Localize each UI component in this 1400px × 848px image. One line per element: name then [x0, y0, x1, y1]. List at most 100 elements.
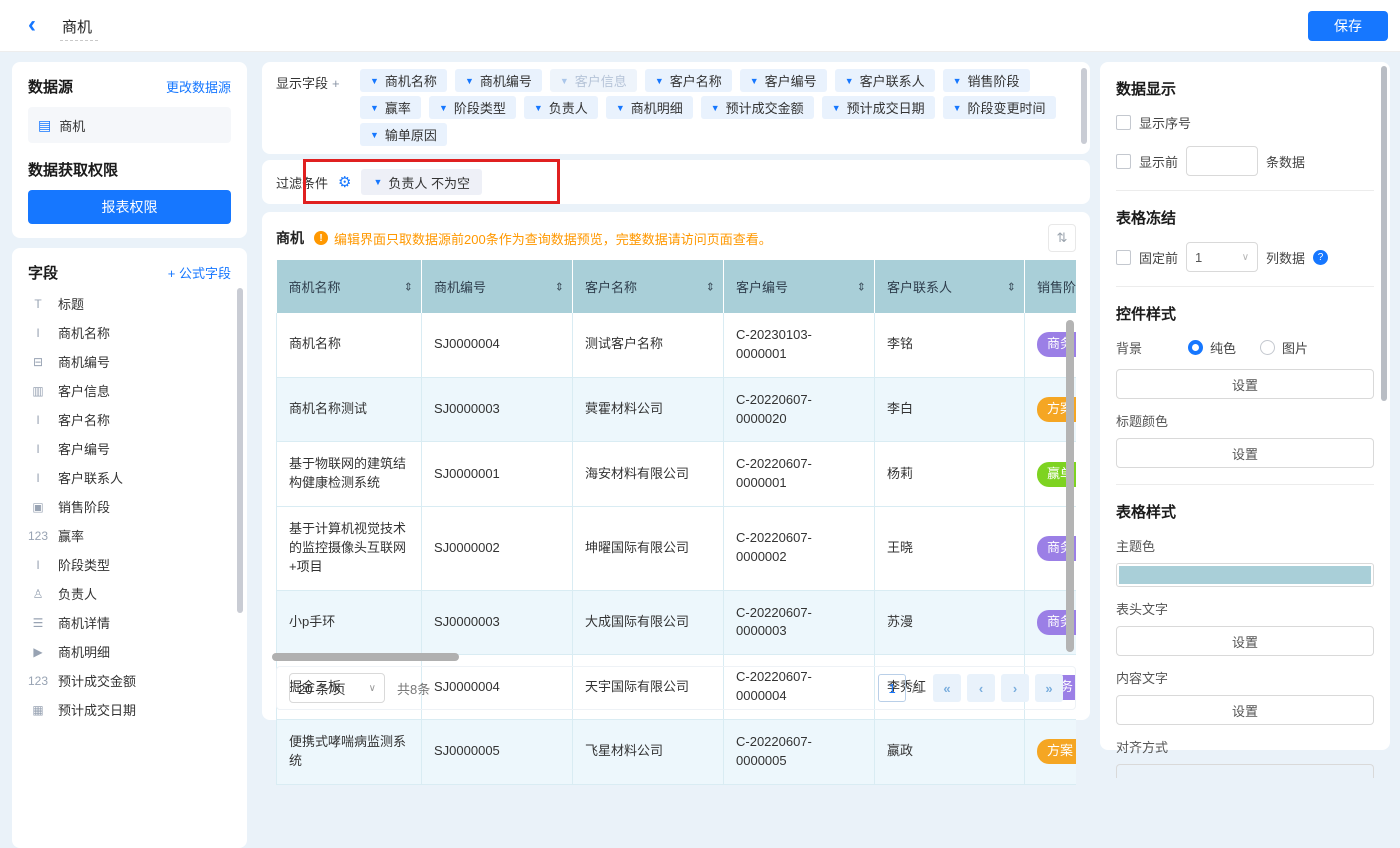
fields-scrollbar[interactable]	[237, 288, 243, 613]
theme-color-swatch	[1119, 566, 1371, 584]
chip-stage-type[interactable]: ▼阶段类型	[429, 96, 516, 119]
datasource-item[interactable]: ▤ 商机	[28, 107, 231, 143]
column-sort-icon[interactable]: ⇕	[1007, 280, 1016, 293]
field-item-expected-amount[interactable]: 123预计成交金额	[28, 666, 231, 695]
show-first-checkbox[interactable]	[1116, 154, 1131, 169]
field-label: 阶段类型	[58, 555, 110, 574]
column-header[interactable]: 商机名称⇕	[277, 260, 422, 313]
field-item-title[interactable]: T标题	[28, 289, 231, 318]
column-header[interactable]: 销售阶段	[1025, 260, 1077, 313]
save-button[interactable]: 保存	[1308, 11, 1388, 41]
table-row[interactable]: 基于计算机视觉技术的监控摄像头互联网+项目SJ0000002坤曜国际有限公司C-…	[277, 507, 1077, 591]
add-display-field-button[interactable]: +	[332, 76, 340, 91]
chip-customer-name[interactable]: ▼客户名称	[645, 69, 732, 92]
field-item-opportunity-lines[interactable]: ▶商机明细	[28, 637, 231, 666]
field-item-opportunity-name[interactable]: I商机名称	[28, 318, 231, 347]
field-label: 商机明细	[58, 642, 110, 661]
header-text-set-button[interactable]: 设置	[1116, 626, 1374, 656]
chip-customer-info[interactable]: ▼客户信息	[550, 69, 637, 92]
field-item-win-rate[interactable]: 123赢率	[28, 521, 231, 550]
topbar: ‹ 商机 保存	[0, 0, 1400, 52]
caret-down-icon: ▼	[711, 103, 720, 113]
chip-stage-change-time[interactable]: ▼阶段变更时间	[943, 96, 1056, 119]
freeze-count-select[interactable]: 1 ∨	[1186, 242, 1258, 272]
add-formula-field-link[interactable]: + 公式字段	[168, 263, 231, 282]
chip-win-rate[interactable]: ▼赢率	[360, 96, 421, 119]
field-item-customer-code[interactable]: I客户编号	[28, 434, 231, 463]
settings-scrollbar[interactable]	[1381, 66, 1387, 401]
field-label: 负责人	[58, 584, 97, 603]
solid-color-radio[interactable]	[1188, 340, 1203, 355]
show-index-checkbox[interactable]	[1116, 115, 1131, 130]
fields-card: 字段 + 公式字段 T标题 I商机名称 ⊟商机编号 ▥客户信息 I客户名称 I客…	[12, 248, 247, 848]
image-radio[interactable]	[1260, 340, 1275, 355]
chip-customer-code[interactable]: ▼客户编号	[740, 69, 827, 92]
help-icon[interactable]: ?	[1313, 250, 1328, 265]
table-row[interactable]: 商机名称测试SJ0000003蓂霍材料公司C-20220607-0000020李…	[277, 377, 1077, 442]
freeze-columns-checkbox[interactable]	[1116, 250, 1131, 265]
align-select[interactable]	[1116, 764, 1374, 778]
back-icon[interactable]: ‹	[28, 12, 36, 38]
column-header[interactable]: 客户编号⇕	[724, 260, 875, 313]
chip-opportunity-lines[interactable]: ▼商机明细	[606, 96, 693, 119]
field-item-sales-stage[interactable]: ▣销售阶段	[28, 492, 231, 521]
field-item-customer-name[interactable]: I客户名称	[28, 405, 231, 434]
total-count: 共8条	[397, 679, 430, 698]
background-set-button[interactable]: 设置	[1116, 369, 1374, 399]
column-sort-icon[interactable]: ⇕	[404, 280, 413, 293]
sort-toggle-button[interactable]: ⇅	[1048, 224, 1076, 252]
field-item-expected-date[interactable]: ▦预计成交日期	[28, 695, 231, 724]
align-label: 对齐方式	[1116, 737, 1374, 756]
field-item-stage-type[interactable]: I阶段类型	[28, 550, 231, 579]
column-header[interactable]: 客户联系人⇕	[875, 260, 1025, 313]
column-sort-icon[interactable]: ⇕	[857, 280, 866, 293]
field-item-owner[interactable]: ♙负责人	[28, 579, 231, 608]
title-color-set-button[interactable]: 设置	[1116, 438, 1374, 468]
first-page-button[interactable]: «	[933, 674, 961, 702]
field-item-customer-info[interactable]: ▥客户信息	[28, 376, 231, 405]
table-header-row: 商机名称⇕ 商机编号⇕ 客户名称⇕ 客户编号⇕ 客户联系人⇕ 销售阶段	[277, 260, 1077, 313]
page-size-select[interactable]: 20 条/页 ∨	[289, 673, 385, 703]
change-datasource-link[interactable]: 更改数据源	[166, 77, 231, 96]
field-item-customer-contact[interactable]: I客户联系人	[28, 463, 231, 492]
last-page-button[interactable]: »	[1035, 674, 1063, 702]
field-item-opportunity-code[interactable]: ⊟商机编号	[28, 347, 231, 376]
column-header[interactable]: 商机编号⇕	[422, 260, 573, 313]
column-sort-icon[interactable]: ⇕	[706, 280, 715, 293]
theme-color-picker[interactable]	[1116, 563, 1374, 587]
chip-opportunity-name[interactable]: ▼商机名称	[360, 69, 447, 92]
page-number-input[interactable]: 1	[878, 674, 906, 702]
table-row[interactable]: 基于物联网的建筑结构健康检测系统SJ0000001海安材料有限公司C-20220…	[277, 442, 1077, 507]
gear-icon[interactable]: ⚙	[338, 173, 351, 191]
table-row[interactable]: 商机名称SJ0000004测试客户名称C-20230103-0000001李铭 …	[277, 313, 1077, 377]
display-fields-scrollbar[interactable]	[1081, 68, 1087, 144]
chip-owner[interactable]: ▼负责人	[524, 96, 598, 119]
next-page-button[interactable]: ›	[1001, 674, 1029, 702]
report-permission-button[interactable]: 报表权限	[28, 190, 231, 224]
table-horizontal-scrollbar[interactable]	[272, 653, 459, 661]
chip-lost-reason[interactable]: ▼输单原因	[360, 123, 447, 146]
prev-page-button[interactable]: ‹	[967, 674, 995, 702]
table-vertical-scrollbar[interactable]	[1066, 320, 1074, 652]
caret-down-icon: ▼	[953, 103, 962, 113]
chip-sales-stage[interactable]: ▼销售阶段	[943, 69, 1030, 92]
chip-expected-date[interactable]: ▼预计成交日期	[822, 96, 935, 119]
column-header[interactable]: 客户名称⇕	[573, 260, 724, 313]
caret-down-icon: ▼	[655, 76, 664, 86]
column-sort-icon[interactable]: ⇕	[555, 280, 564, 293]
content-text-set-button[interactable]: 设置	[1116, 695, 1374, 725]
chip-expected-amount[interactable]: ▼预计成交金额	[701, 96, 814, 119]
table-row[interactable]: 便携式哮喘病监测系统SJ0000005飞星材料公司C-20220607-0000…	[277, 719, 1077, 784]
field-item-opportunity-detail[interactable]: ☰商机详情	[28, 608, 231, 637]
chip-customer-contact[interactable]: ▼客户联系人	[835, 69, 935, 92]
field-label: 客户信息	[58, 381, 110, 400]
row-limit-input[interactable]	[1186, 146, 1258, 176]
caret-down-icon: ▼	[534, 103, 543, 113]
chip-opportunity-code[interactable]: ▼商机编号	[455, 69, 542, 92]
filter-condition-chip[interactable]: ▼ 负责人 不为空	[361, 169, 482, 195]
filter-label: 过滤条件	[276, 173, 328, 192]
table-row[interactable]: 小p手环SJ0000003大成国际有限公司C-20220607-0000003苏…	[277, 590, 1077, 655]
field-label: 客户编号	[58, 439, 110, 458]
solid-color-label: 纯色	[1210, 338, 1236, 357]
caret-down-icon: ∨	[1242, 252, 1249, 263]
